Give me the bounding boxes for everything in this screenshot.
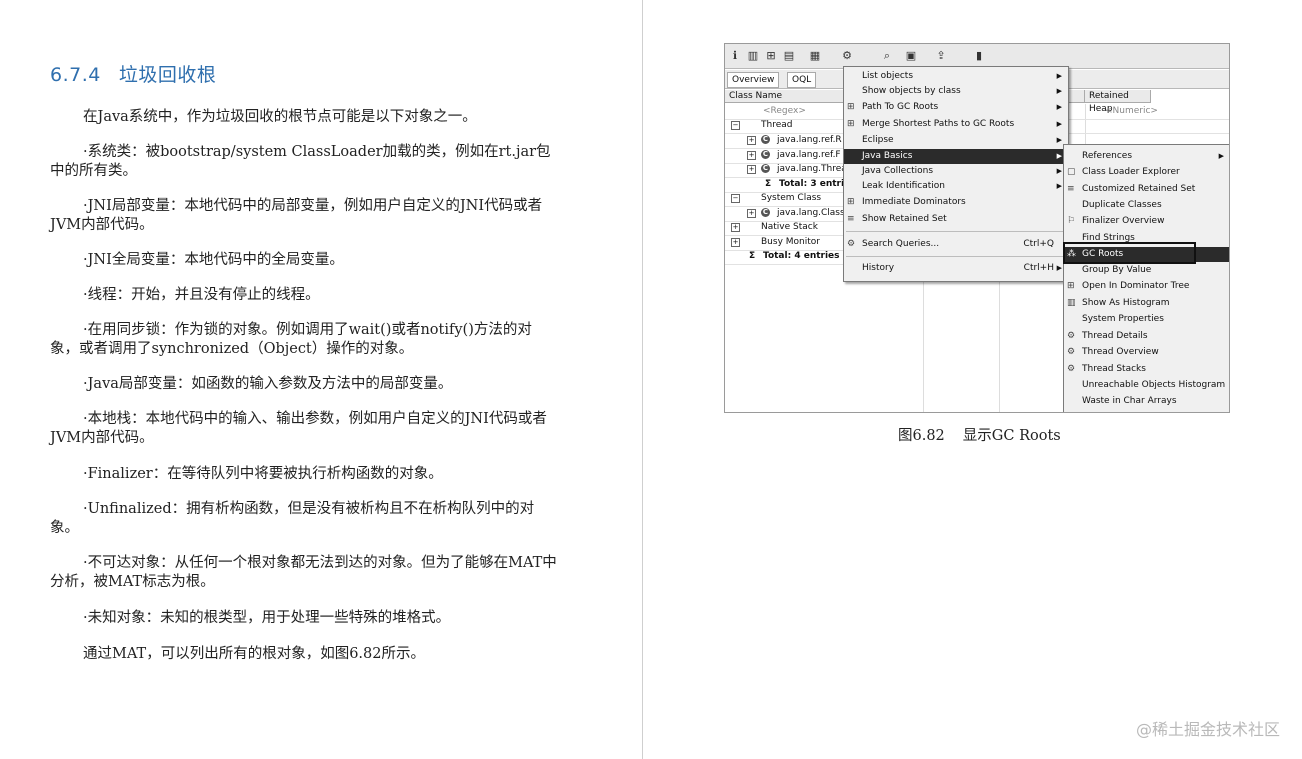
- menu-item-show-as-histogram[interactable]: ▥ Show As Histogram: [1064, 296, 1229, 311]
- menu-item-java-collections[interactable]: Java Collections ▶: [844, 164, 1068, 179]
- java-basics-submenu: References ▶ ▢ Class Loader Explorer ≡ Cust…: [1063, 144, 1229, 412]
- menu-item-history[interactable]: History Ctrl+H ▶: [844, 261, 1068, 276]
- menu-item-thread-details[interactable]: ⚙ Thread Details: [1064, 329, 1229, 344]
- dominator-icon: ⊞: [847, 197, 855, 207]
- paragraph: ·线程：开始，并且没有停止的线程。: [83, 287, 320, 303]
- class-loader-icon: ▢: [1067, 167, 1076, 177]
- dominator-tree-icon: ⊞: [1067, 281, 1075, 291]
- histogram-icon: ▥: [747, 49, 759, 62]
- finalizer-icon: ⚐: [1067, 216, 1076, 226]
- merge-icon: ⊞: [847, 119, 855, 129]
- menu-item-java-basics[interactable]: Java Basics ▶: [844, 149, 1068, 164]
- paragraph: ·系统类：被bootstrap/system ClassLoader加载的类，例…: [50, 144, 551, 179]
- section-number: 6.7.4: [50, 64, 101, 86]
- info-icon: ℹ: [732, 49, 738, 62]
- chart-icon: ▮: [975, 49, 983, 62]
- heap-dump-icon: ⚙: [842, 49, 852, 62]
- menu-item-thread-stacks[interactable]: ⚙ Thread Stacks: [1064, 362, 1229, 377]
- paragraph: ·JNI全局变量：本地代码中的全局变量。: [83, 252, 344, 268]
- query-browser-icon: ▦: [809, 49, 821, 62]
- paragraph: 通过MAT，可以列出所有的根对象，如图6.82所示。: [83, 646, 425, 662]
- retained-set-icon: ≡: [1067, 184, 1075, 194]
- menu-item-customized-retained-set[interactable]: ≡ Customized Retained Set: [1064, 182, 1229, 197]
- paragraph: ·Unfinalized：拥有析构函数，但是没有被析构且不在析构队列中的对象。: [50, 501, 535, 536]
- figure-caption: 图6.82 显示GC Roots: [898, 424, 1061, 445]
- class-icon: C: [761, 164, 770, 173]
- paragraph: ·不可达对象：从任何一个根对象都无法到达的对象。但为了能够在MAT中分析，被MA…: [50, 555, 557, 590]
- watermark: @稀土掘金技术社区: [1135, 720, 1280, 739]
- menu-item-duplicate-classes[interactable]: Duplicate Classes: [1064, 198, 1229, 213]
- retained-set-icon: ≡: [847, 214, 855, 224]
- menu-item-immediate-dominators[interactable]: ⊞ Immediate Dominators: [844, 195, 1068, 210]
- menu-separator: [846, 256, 1066, 257]
- search-queries-icon: ⚙: [847, 239, 856, 249]
- page-divider: [642, 0, 643, 759]
- menu-item-group-by-value[interactable]: Group By Value: [1064, 263, 1229, 278]
- numeric-filter: <Numeric>: [1105, 106, 1158, 116]
- menu-item-system-properties[interactable]: System Properties: [1064, 312, 1229, 327]
- section-title: 垃圾回收根: [118, 64, 217, 86]
- menu-item-show-retained-set[interactable]: ≡ Show Retained Set: [844, 212, 1068, 227]
- thread-icon: ⚙: [1067, 364, 1076, 374]
- menu-item-open-in-dominator-tree[interactable]: ⊞ Open In Dominator Tree: [1064, 279, 1229, 294]
- paragraph: ·未知对象：未知的根类型，用于处理一些特殊的堆格式。: [83, 610, 451, 626]
- menu-separator: [846, 231, 1066, 232]
- dominator-tree-icon: ⊞: [766, 49, 776, 62]
- export-icon: ⇪: [936, 49, 946, 62]
- menu-item-show-objects-by-class[interactable]: Show objects by class ▶: [844, 84, 1068, 99]
- menu-item-class-loader-explorer[interactable]: ▢ Class Loader Explorer: [1064, 165, 1229, 180]
- menu-item-list-objects[interactable]: List objects ▶: [844, 69, 1068, 84]
- context-menu: List objects ▶ Show objects by class ▶ ⊞ Pa…: [843, 66, 1069, 282]
- search-icon: ⌕: [883, 49, 891, 62]
- menu-item-search-queries[interactable]: ⚙ Search Queries... Ctrl+Q: [844, 237, 1068, 252]
- menu-item-merge-shortest-paths[interactable]: ⊞ Merge Shortest Paths to GC Roots ▶: [844, 117, 1068, 132]
- oql-icon: ▤: [783, 49, 795, 62]
- class-icon: C: [761, 208, 770, 217]
- menu-item-leak-identification[interactable]: Leak Identification ▶: [844, 179, 1068, 194]
- paragraph: ·本地栈：本地代码中的输入、输出参数，例如用户自定义的JNI代码或者JVM内部代…: [50, 411, 547, 446]
- figure-caption-text: 显示GC Roots: [962, 428, 1061, 444]
- paragraph: ·在用同步锁：作为锁的对象。例如调用了wait()或者notify()方法的对象…: [50, 322, 532, 357]
- thread-icon: ⚙: [1067, 347, 1076, 357]
- histogram-icon: ▥: [1067, 298, 1076, 308]
- menu-item-thread-overview[interactable]: ⚙ Thread Overview: [1064, 345, 1229, 360]
- figure-number: 图6.82: [898, 428, 945, 444]
- grid-icon: ▣: [905, 49, 917, 62]
- tab-oql: OQL: [787, 72, 817, 88]
- menu-item-waste-in-char-arrays[interactable]: Waste in Char Arrays: [1064, 394, 1229, 409]
- paragraph: 在Java系统中，作为垃圾回收的根节点可能是以下对象之一。: [83, 109, 477, 125]
- gc-roots-highlight-box: [1063, 242, 1196, 264]
- menu-item-path-to-gc-roots[interactable]: ⊞ Path To GC Roots ▶: [844, 100, 1068, 115]
- mat-screenshot-figure: ℹ ▥ ⊞ ▤ ▦ ⚙ ⌕ ▣ ⇪ ▮ Overview OQL Class N…: [724, 43, 1230, 413]
- thread-icon: ⚙: [1067, 331, 1076, 341]
- tab-overview: Overview: [727, 72, 780, 88]
- class-icon: C: [761, 150, 770, 159]
- menu-item-references[interactable]: References ▶: [1064, 149, 1229, 164]
- menu-item-eclipse[interactable]: Eclipse ▶: [844, 133, 1068, 148]
- column-header-retained-heap: Retained Heap: [1085, 90, 1151, 114]
- menu-item-unreachable-objects-histogram[interactable]: Unreachable Objects Histogram: [1064, 378, 1229, 393]
- paragraph: ·Finalizer：在等待队列中将要被执行析构函数的对象。: [83, 466, 443, 482]
- menu-item-finalizer-overview[interactable]: ⚐ Finalizer Overview: [1064, 214, 1229, 229]
- section-heading: 6.7.4 垃圾回收根: [50, 60, 216, 87]
- class-icon: C: [761, 135, 770, 144]
- path-icon: ⊞: [847, 102, 855, 112]
- paragraph: ·Java局部变量：如函数的输入参数及方法中的局部变量。: [83, 376, 453, 392]
- paragraph: ·JNI局部变量：本地代码中的局部变量，例如用户自定义的JNI代码或者JVM内部…: [50, 198, 543, 233]
- regex-filter: <Regex>: [763, 106, 806, 116]
